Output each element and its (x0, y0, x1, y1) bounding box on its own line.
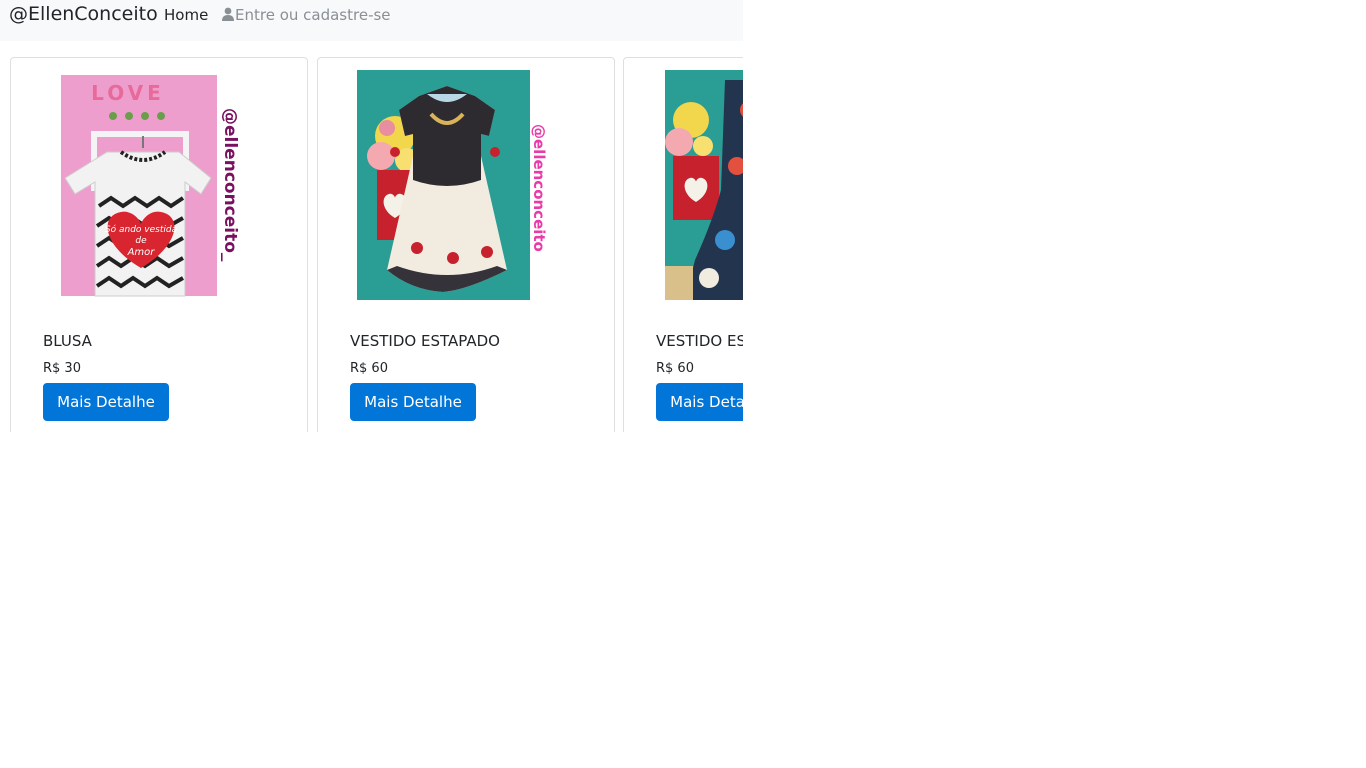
viewport: @EllenConceito Home Entre ou cadastre-se… (0, 0, 743, 432)
shirt-text-line3: Amor (127, 247, 156, 258)
nav-login-link[interactable]: Entre ou cadastre-se (222, 6, 391, 24)
product-card: LOVE Só ando vestida de Amor @ellenconce… (10, 57, 308, 432)
product-price: R$ 30 (43, 361, 81, 376)
details-button[interactable]: Mais Detalhe (350, 383, 476, 421)
nav-login-label: Entre ou cadastre-se (235, 6, 391, 24)
brand-link[interactable]: @EllenConceito (9, 3, 158, 25)
product-price: R$ 60 (350, 361, 388, 376)
product-title: VESTIDO ESTAPADO (656, 332, 743, 350)
sign-text: LOVE (91, 81, 165, 105)
product-card: @ellenconceito VESTIDO ESTAPADO R$ 60 Ma… (317, 57, 615, 432)
details-button[interactable]: Mais Detalhe (43, 383, 169, 421)
shirt-text-line2: de (135, 236, 147, 246)
product-image-vestido[interactable] (357, 70, 530, 300)
product-title: BLUSA (43, 332, 92, 350)
watermark-text: @ellenconceito_ (220, 108, 240, 262)
product-image-vestido-2[interactable] (665, 70, 743, 300)
nav-home-link[interactable]: Home (164, 6, 208, 24)
user-icon (222, 7, 234, 21)
shirt-text-line1: Só ando vestida (105, 224, 177, 235)
watermark-text: @ellenconceito (530, 124, 548, 252)
details-button[interactable]: Mais Detalhe (656, 383, 743, 421)
product-card: VESTIDO ESTAPADO R$ 60 Mais Detalhe (623, 57, 743, 432)
product-price: R$ 60 (656, 361, 694, 376)
navbar: @EllenConceito Home Entre ou cadastre-se (0, 0, 743, 41)
product-title: VESTIDO ESTAPADO (350, 332, 500, 350)
